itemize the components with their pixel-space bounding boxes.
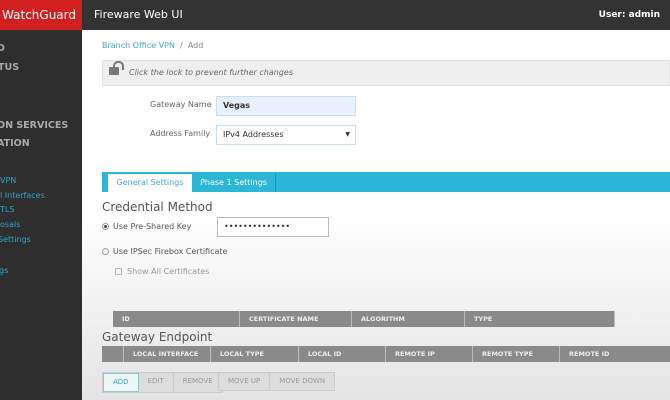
- lock-message: Click the lock to prevent further change…: [129, 68, 293, 77]
- add-button[interactable]: ADD: [103, 373, 139, 392]
- show-all-label: Show All Certificates: [127, 267, 210, 276]
- tab-phase1-settings[interactable]: Phase 1 Settings: [192, 174, 276, 192]
- address-family-label: Address Family: [150, 129, 211, 138]
- watchguard-logo: WatchGuard: [0, 0, 82, 30]
- sidebar: D TUS ON SERVICES ATION VPN l Interfaces…: [0, 30, 82, 400]
- psk-input[interactable]: ••••••••••••••: [217, 217, 329, 237]
- column-algorithm[interactable]: ALGORITHM: [352, 311, 465, 327]
- column-type[interactable]: TYPE: [465, 311, 615, 327]
- breadcrumb: Branch Office VPN / Add: [102, 41, 204, 50]
- sidebar-item-authentication[interactable]: ATION: [0, 138, 30, 149]
- column-local-id[interactable]: LOCAL ID: [299, 346, 386, 362]
- column-select: [102, 346, 124, 362]
- column-remote-id[interactable]: REMOTE ID: [560, 346, 670, 362]
- sidebar-item-virtual-interfaces[interactable]: l Interfaces: [0, 191, 45, 200]
- endpoint-edit-buttons: ADD EDIT REMOVE: [102, 372, 223, 393]
- column-local-interface[interactable]: LOCAL INTERFACE: [124, 346, 211, 362]
- sidebar-item-subscription-services[interactable]: ON SERVICES: [0, 120, 68, 131]
- column-id[interactable]: ID: [113, 311, 240, 327]
- column-certificate-name[interactable]: CERTIFICATE NAME: [240, 311, 352, 327]
- lock-bar: Click the lock to prevent further change…: [102, 60, 670, 86]
- remove-button[interactable]: REMOVE: [174, 373, 222, 392]
- show-all-checkbox[interactable]: [115, 268, 122, 275]
- sidebar-item-other[interactable]: gs: [0, 266, 8, 275]
- move-down-button[interactable]: MOVE DOWN: [270, 373, 334, 390]
- sidebar-item-tls[interactable]: TLS: [0, 205, 14, 214]
- psk-label: Use Pre-Shared Key: [113, 222, 192, 231]
- move-up-button[interactable]: MOVE UP: [219, 373, 271, 390]
- app-title: Fireware Web UI: [94, 8, 183, 21]
- lock-icon[interactable]: [109, 61, 124, 75]
- user-indicator: User: admin: [598, 10, 660, 20]
- tab-general-settings[interactable]: General Settings: [108, 174, 192, 192]
- dropdown-arrow-icon: ▼: [345, 131, 350, 138]
- column-local-type[interactable]: LOCAL TYPE: [211, 346, 299, 362]
- sidebar-item-proposals[interactable]: osals: [0, 220, 20, 229]
- address-family-select[interactable]: IPv4 Addresses ▼: [216, 125, 356, 145]
- header: Fireware Web UI User: admin: [82, 0, 670, 30]
- gateway-endpoint-heading: Gateway Endpoint: [102, 330, 213, 344]
- sidebar-item-system-status[interactable]: TUS: [0, 62, 19, 73]
- endpoint-table-header: LOCAL INTERFACE LOCAL TYPE LOCAL ID REMO…: [102, 346, 670, 362]
- column-remote-type[interactable]: REMOTE TYPE: [473, 346, 560, 362]
- endpoint-move-buttons: MOVE UP MOVE DOWN: [218, 372, 336, 391]
- certificate-table-header: ID CERTIFICATE NAME ALGORITHM TYPE: [113, 311, 615, 327]
- certificate-radio[interactable]: [102, 248, 109, 255]
- sidebar-item-branch-office-vpn[interactable]: VPN: [0, 176, 16, 185]
- column-remote-ip[interactable]: REMOTE IP: [386, 346, 473, 362]
- sidebar-item-dashboard[interactable]: D: [0, 43, 5, 54]
- gateway-name-input[interactable]: Vegas: [216, 96, 356, 116]
- breadcrumb-link[interactable]: Branch Office VPN: [102, 41, 175, 50]
- tab-bar: General Settings Phase 1 Settings: [102, 172, 670, 192]
- certificate-label: Use IPSec Firebox Certificate: [113, 247, 228, 256]
- main-content: Branch Office VPN / Add Click the lock t…: [82, 30, 670, 400]
- sidebar-item-settings[interactable]: Settings: [0, 235, 31, 244]
- gateway-name-label: Gateway Name: [150, 100, 212, 109]
- psk-radio[interactable]: [102, 223, 109, 230]
- edit-button[interactable]: EDIT: [139, 373, 174, 392]
- credential-method-heading: Credential Method: [102, 200, 213, 214]
